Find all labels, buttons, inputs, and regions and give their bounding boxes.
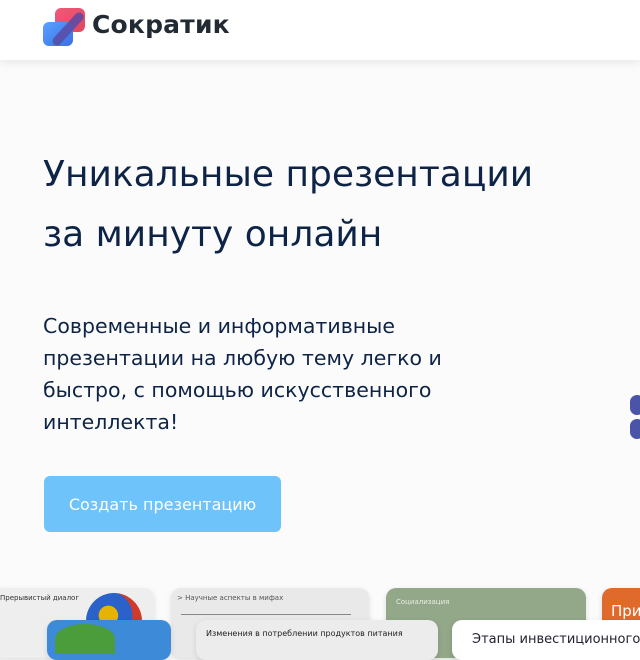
card-caption: > Научные аспекты в мифах: [177, 594, 284, 602]
hero-subtitle-line-2: презентации на любую тему легко и: [43, 346, 442, 370]
presentation-preview-card[interactable]: [47, 620, 171, 660]
decorative-shape-icon: [630, 395, 640, 439]
card-caption: При: [611, 602, 640, 620]
presentation-preview-card[interactable]: Этапы инвестиционного: [452, 620, 640, 660]
create-presentation-button[interactable]: Создать презентацию: [44, 476, 281, 532]
hero-title-line-2: за минуту онлайн: [43, 214, 383, 255]
card-caption: Изменения в потреблении продуктов питани…: [206, 629, 403, 638]
hero-subtitle-line-1: Современные и информативные: [43, 314, 395, 338]
hero-subtitle-line-3: быстро, с помощью искусственного: [43, 378, 432, 402]
hero-title-line-1: Уникальные презентации: [43, 154, 534, 195]
hero-title: Уникальные презентации за минуту онлайн: [43, 145, 603, 265]
hero-subtitle: Современные и информативные презентации …: [43, 310, 483, 438]
presentation-preview-card[interactable]: Изменения в потреблении продуктов питани…: [196, 620, 438, 660]
brand-name[interactable]: Сократик: [92, 10, 230, 39]
card-caption: Социализация: [396, 598, 450, 606]
tree-image: [55, 624, 115, 654]
sokratik-logo-icon[interactable]: [43, 8, 87, 46]
card-divider: [181, 614, 351, 615]
site-header: Сократик: [0, 0, 640, 60]
hero-subtitle-line-4: интеллекта!: [43, 410, 179, 434]
card-caption: Прерывистый диалог: [0, 594, 79, 602]
